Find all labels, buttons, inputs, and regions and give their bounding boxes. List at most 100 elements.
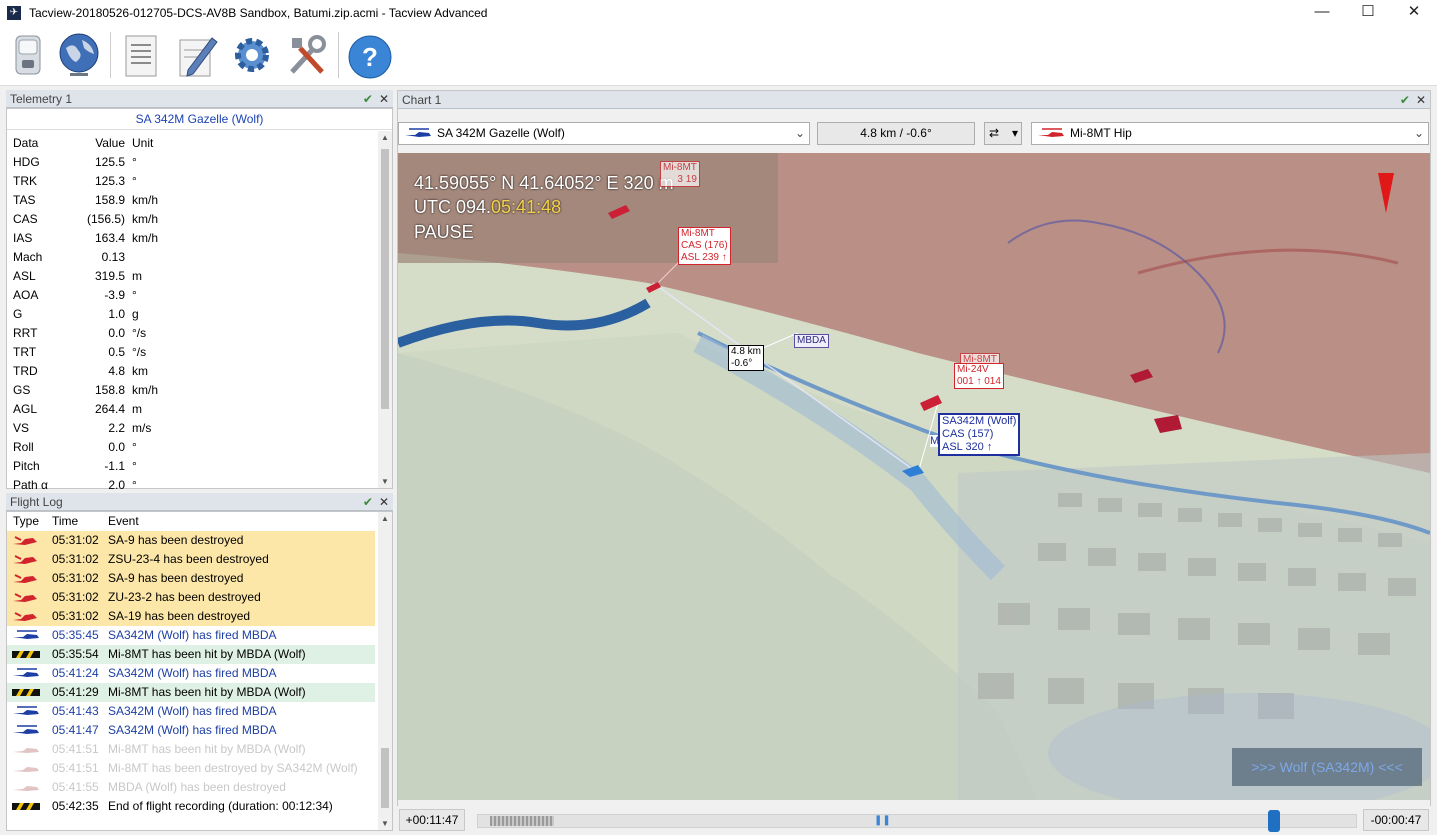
telemetry-label: TRT [13, 345, 37, 359]
telemetry-row[interactable]: Roll 0.0 ° [7, 438, 379, 457]
telemetry-unit: m [132, 269, 142, 283]
globe-icon [59, 33, 99, 76]
flightlog-row[interactable]: 05:41:55 MBDA (Wolf) has been destroyed [7, 778, 375, 797]
telemetry-row[interactable]: TRT 0.5 °/s [7, 343, 379, 362]
header-event[interactable]: Event [108, 512, 139, 531]
event-time: 05:35:54 [52, 647, 99, 661]
flightlog-row[interactable]: 05:41:24 SA342M (Wolf) has fired MBDA [7, 664, 375, 683]
tools-button[interactable] [284, 30, 330, 80]
timeline-slider-knob[interactable] [1268, 810, 1280, 832]
range-label: 4.8 km -0.6° [728, 345, 765, 371]
settings-button[interactable] [229, 30, 275, 80]
flightlog-row[interactable]: 05:41:29 Mi-8MT has been hit by MBDA (Wol… [7, 683, 375, 702]
event-text: SA-9 has been destroyed [108, 533, 244, 547]
telemetry-unit: km/h [132, 231, 159, 245]
telemetry-label: VS [13, 421, 30, 435]
close-panel-icon[interactable]: ✕ [379, 90, 389, 108]
telemetry-row[interactable]: Pitch -1.1 ° [7, 457, 379, 476]
mi24-name: Mi-24V [957, 364, 989, 375]
flightlog-scrollbar[interactable]: ▲ ▼ [378, 512, 392, 830]
telemetry-scrollbar[interactable]: ▲ ▼ [378, 131, 392, 488]
telemetry-row[interactable]: G 1.0 g [7, 305, 379, 324]
header-type[interactable]: Type [13, 512, 39, 531]
flightlog-row[interactable]: 05:31:02 ZSU-23-4 has been destroyed [7, 550, 375, 569]
open-file-button[interactable] [4, 30, 50, 80]
mi24-data: 001 ↑ 014 [957, 376, 1001, 387]
flightlog-row[interactable]: 05:41:47 SA342M (Wolf) has fired MBDA [7, 721, 375, 740]
hit-warning-icon [12, 651, 40, 658]
pause-icon[interactable]: ❚❚ [874, 815, 891, 827]
telemetry-row[interactable]: Mach 0.13 [7, 248, 379, 267]
telemetry-row[interactable]: AGL 264.4 m [7, 400, 379, 419]
telemetry-row[interactable]: GS 158.8 km/h [7, 381, 379, 400]
flightlog-row[interactable]: 05:31:02 ZU-23-2 has been destroyed [7, 588, 375, 607]
close-panel-icon[interactable]: ✕ [1416, 91, 1426, 109]
header-value[interactable]: Value [67, 133, 125, 153]
event-text: MBDA (Wolf) has been destroyed [108, 780, 286, 794]
mi8-label-line1: Mi-8MT [663, 162, 697, 173]
open-file-icon [15, 35, 41, 75]
close-panel-icon[interactable]: ✕ [379, 493, 389, 511]
maximize-button[interactable]: ☐ [1345, 0, 1391, 26]
destroyed-helicopter-icon [13, 555, 37, 564]
event-text: ZSU-23-4 has been destroyed [108, 552, 269, 566]
svg-text:?: ? [362, 42, 378, 72]
help-button[interactable]: ? [346, 30, 392, 80]
minimize-button[interactable]: — [1299, 0, 1345, 26]
document-button[interactable] [118, 30, 164, 80]
telemetry-row[interactable]: VS 2.2 m/s [7, 419, 379, 438]
telemetry-label: AGL [13, 402, 38, 416]
telemetry-unit: km/h [132, 383, 159, 397]
focused-object-banner: >>> Wolf (SA342M) <<< [1232, 748, 1422, 786]
chevron-down-icon: ▾ [1011, 126, 1018, 140]
event-text: SA342M (Wolf) has fired MBDA [108, 704, 277, 718]
remaining-time: -00:00:47 [1363, 809, 1429, 831]
flightlog-row[interactable]: 05:31:02 SA-9 has been destroyed [7, 531, 375, 550]
telemetry-row[interactable]: HDG 125.5 ° [7, 153, 379, 172]
secondary-object-select[interactable]: Mi-8MT Hip ⌄ [1031, 122, 1429, 145]
flightlog-row[interactable]: 05:42:35 End of flight recording (duratio… [7, 797, 375, 816]
flightlog-row[interactable]: 05:41:51 Mi-8MT has been destroyed by SA3… [7, 759, 375, 778]
mi8-target-asl: ASL 239 ↑ [681, 252, 727, 263]
telemetry-row[interactable]: RRT 0.0 °/s [7, 324, 379, 343]
event-time: 05:41:47 [52, 723, 99, 737]
flightlog-row[interactable]: 05:35:54 Mi-8MT has been hit by MBDA (Wol… [7, 645, 375, 664]
telemetry-row[interactable]: CAS (156.5) km/h [7, 210, 379, 229]
header-unit[interactable]: Unit [132, 133, 153, 153]
header-data[interactable]: Data [13, 133, 38, 153]
tools-icon [290, 35, 326, 74]
telemetry-row[interactable]: IAS 163.4 km/h [7, 229, 379, 248]
flightlog-row[interactable]: 05:41:51 Mi-8MT has been hit by MBDA (Wol… [7, 740, 375, 759]
flightlog-row[interactable]: 05:41:43 SA342M (Wolf) has fired MBDA [7, 702, 375, 721]
flightlog-row[interactable]: 05:35:45 SA342M (Wolf) has fired MBDA [7, 626, 375, 645]
help-icon: ? [348, 35, 392, 79]
pin-icon[interactable]: ✔ [363, 90, 373, 108]
primary-object-select[interactable]: SA 342M Gazelle (Wolf) ⌄ [398, 122, 810, 145]
edit-button[interactable] [174, 30, 220, 80]
range-angle: -0.6° [731, 358, 753, 369]
timeline-track[interactable]: ❚❚ [477, 810, 1357, 832]
3d-view[interactable]: 41.59055° N 41.64052° E 320 m UTC 094.05… [398, 153, 1430, 800]
telemetry-label: RRT [13, 326, 38, 340]
pin-icon[interactable]: ✔ [363, 493, 373, 511]
mbda-missile-label: MBDA [794, 334, 829, 348]
telemetry-row[interactable]: AOA -3.9 ° [7, 286, 379, 305]
mi8-label-stack: Mi-8MT 3 19 [660, 161, 700, 187]
flightlog-row[interactable]: 05:31:02 SA-9 has been destroyed [7, 569, 375, 588]
telemetry-row[interactable]: ASL 319.5 m [7, 267, 379, 286]
globe-button[interactable] [56, 30, 102, 80]
swap-objects-button[interactable]: ⇄ ▾ [984, 122, 1022, 145]
telemetry-label: IAS [13, 231, 33, 245]
header-time[interactable]: Time [52, 512, 78, 531]
telemetry-row[interactable]: TRK 125.3 ° [7, 172, 379, 191]
telemetry-label: TRD [13, 364, 38, 378]
main-toolbar: ? [0, 26, 1437, 86]
telemetry-object-name[interactable]: SA 342M Gazelle (Wolf) [7, 109, 392, 130]
telemetry-row[interactable]: TAS 158.9 km/h [7, 191, 379, 210]
telemetry-row[interactable]: TRD 4.8 km [7, 362, 379, 381]
close-window-button[interactable]: ✕ [1391, 0, 1437, 26]
pin-icon[interactable]: ✔ [1400, 91, 1410, 109]
fired-helicopter-icon [13, 706, 39, 715]
flightlog-row[interactable]: 05:31:02 SA-19 has been destroyed [7, 607, 375, 626]
telemetry-label: TAS [13, 193, 36, 207]
